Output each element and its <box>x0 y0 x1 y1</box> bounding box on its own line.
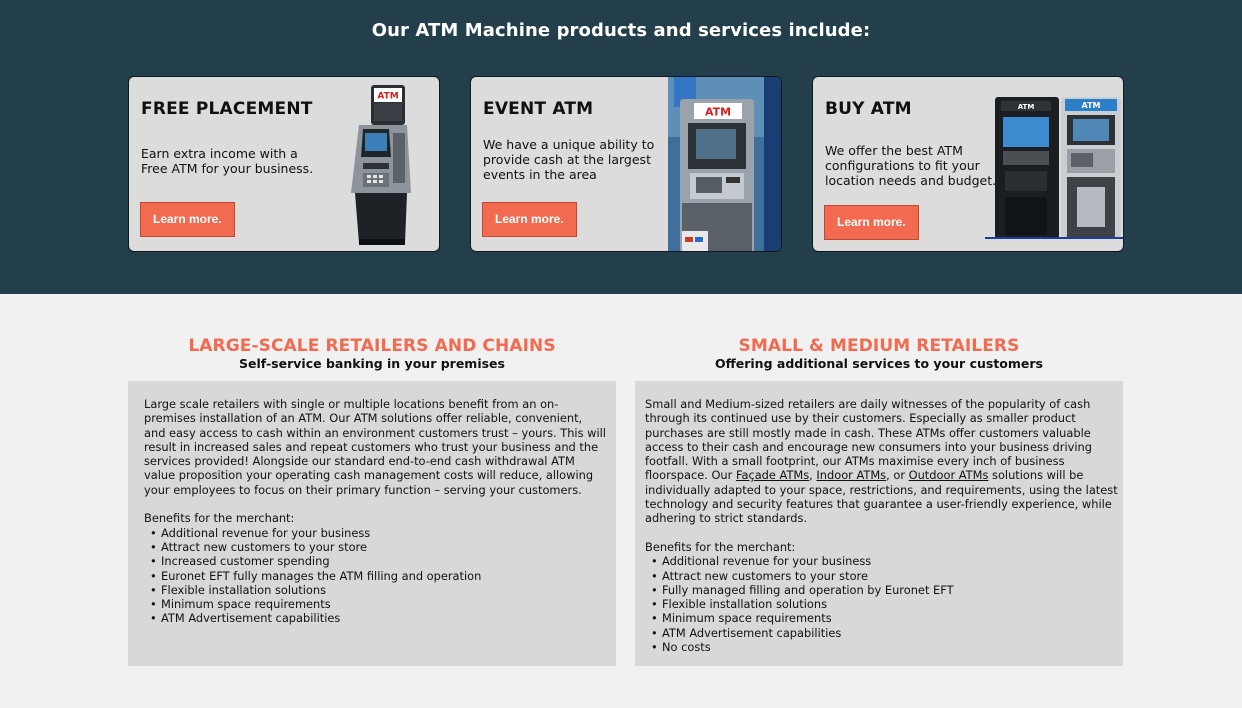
list-item: ATM Advertisement capabilities <box>144 611 608 626</box>
card-title: FREE PLACEMENT <box>141 99 313 119</box>
list-item: Attract new customers to your store <box>144 540 608 555</box>
separator-text: , or <box>886 468 909 483</box>
standing-atm-image: ATM <box>351 85 411 245</box>
small-retailers-panel: Small and Medium-sized retailers are dai… <box>635 381 1123 666</box>
list-item: Fully managed filling and operation by E… <box>645 583 1119 598</box>
list-item: Minimum space requirements <box>645 611 1119 626</box>
list-item: Flexible installation solutions <box>144 583 608 598</box>
card-buy-atm: BUY ATM We offer the best ATM configurat… <box>812 76 1124 252</box>
list-item: ATM Advertisement capabilities <box>645 626 1119 641</box>
benefits-heading: Benefits for the merchant: <box>144 511 295 526</box>
event-atm-photo: ATM <box>668 77 781 251</box>
small-retailers-title: SMALL & MEDIUM RETAILERS <box>738 336 1020 356</box>
large-retailers-panel: Large scale retailers with single or mul… <box>128 381 616 666</box>
card-event-atm: EVENT ATM We have a unique ability to pr… <box>470 76 782 252</box>
atm-sign-label: ATM <box>705 106 731 119</box>
products-banner: Our ATM Machine products and services in… <box>0 0 1242 294</box>
card-description: Earn extra income with a Free ATM for yo… <box>141 146 314 176</box>
atm-sign-label: ATM <box>1082 101 1101 110</box>
card-title: EVENT ATM <box>483 99 594 119</box>
card-description: We offer the best ATM configurations to … <box>825 143 997 188</box>
benefits-heading: Benefits for the merchant: <box>645 539 796 554</box>
large-retailers-subtitle: Self-service banking in your premises <box>239 356 505 371</box>
list-item: No costs <box>645 640 1119 655</box>
list-item: Attract new customers to your store <box>645 569 1119 584</box>
list-item: Minimum space requirements <box>144 597 608 612</box>
event-atm-learn-more-button[interactable]: Learn more. <box>482 202 577 237</box>
list-item: Euronet EFT fully manages the ATM fillin… <box>144 569 608 584</box>
buy-atm-learn-more-button[interactable]: Learn more. <box>824 205 919 240</box>
card-description: We have a unique ability to provide cash… <box>483 137 655 182</box>
large-retailers-description: Large scale retailers with single or mul… <box>144 397 606 497</box>
facade-atms-link[interactable]: Façade ATMs <box>736 468 809 482</box>
atm-sign-label: ATM <box>377 92 398 102</box>
indoor-atms-link[interactable]: Indoor ATMs <box>816 468 886 482</box>
list-item: Flexible installation solutions <box>645 597 1119 612</box>
small-retailers-description: Small and Medium-sized retailers are dai… <box>645 397 1119 526</box>
small-retailers-subtitle: Offering additional services to your cus… <box>715 356 1043 371</box>
large-benefits-list: Additional revenue for your business Att… <box>144 526 608 626</box>
two-atm-models-image: ATM ATM <box>985 97 1123 239</box>
banner-heading: Our ATM Machine products and services in… <box>371 20 871 41</box>
outdoor-atms-link[interactable]: Outdoor ATMs <box>909 468 989 482</box>
list-item: Additional revenue for your business <box>144 526 608 541</box>
atm-sign-label: ATM <box>1018 103 1035 111</box>
small-benefits-list: Additional revenue for your business Att… <box>645 554 1119 654</box>
card-title: BUY ATM <box>825 99 912 119</box>
card-free-placement: FREE PLACEMENT Earn extra income with a … <box>128 76 440 252</box>
large-retailers-title: LARGE-SCALE RETAILERS AND CHAINS <box>188 336 556 356</box>
free-placement-learn-more-button[interactable]: Learn more. <box>140 202 235 237</box>
list-item: Increased customer spending <box>144 554 608 569</box>
list-item: Additional revenue for your business <box>645 554 1119 569</box>
